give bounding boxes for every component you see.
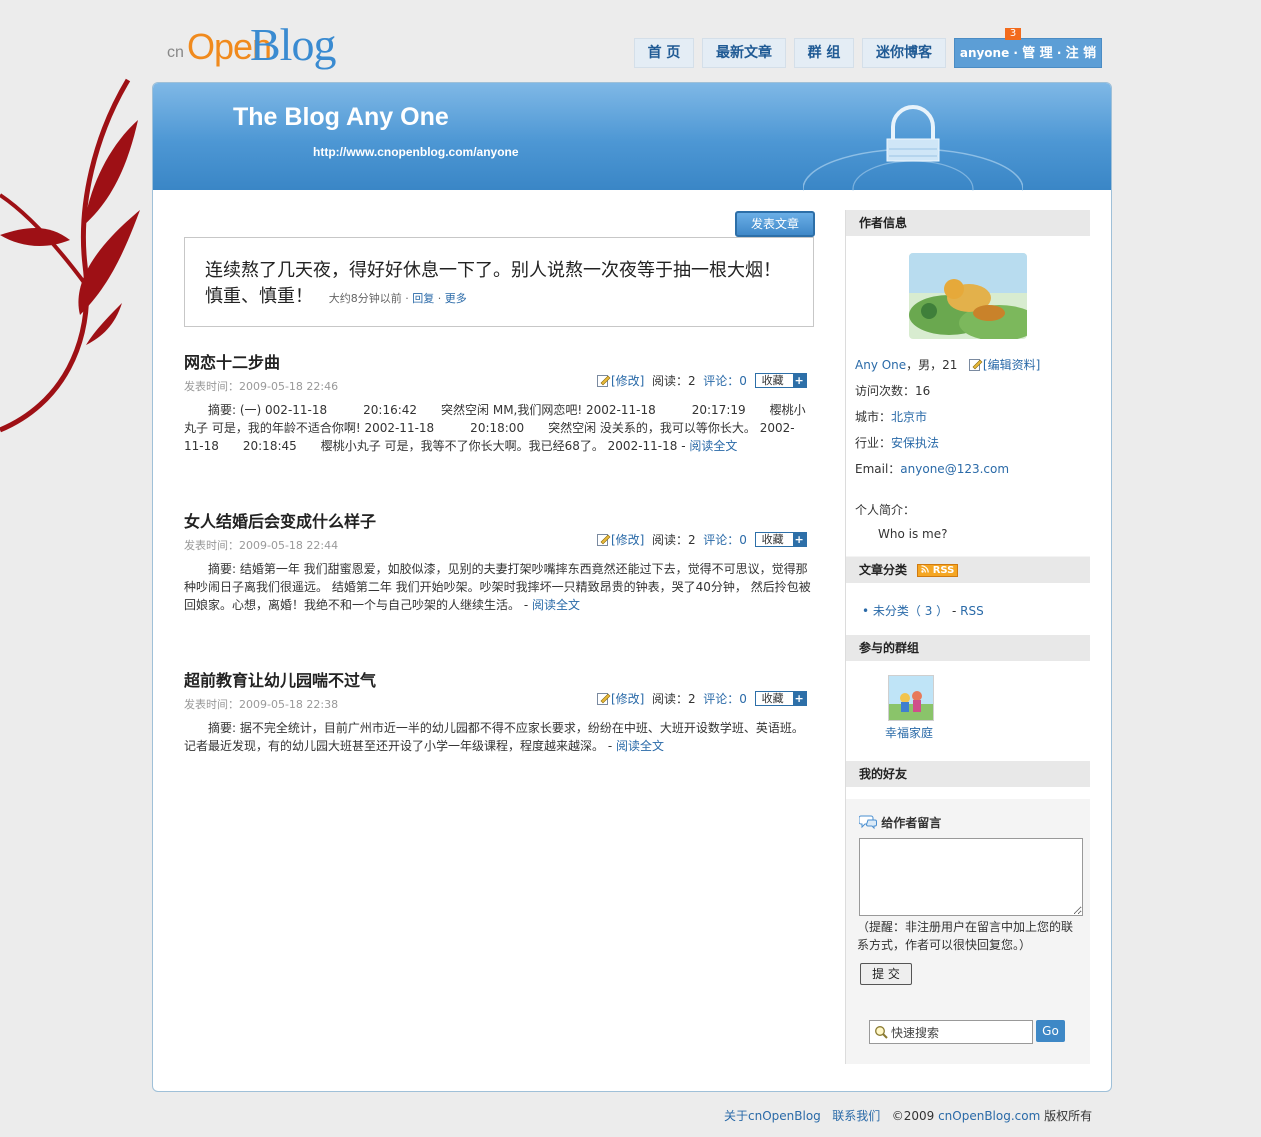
nav-home[interactable]: 首 页 <box>634 38 694 68</box>
bio-text: Who is me? <box>878 527 948 541</box>
city-link[interactable]: 北京市 <box>891 410 927 424</box>
footer-copyright: ©2009 <box>891 1109 939 1123</box>
my-friends-heading: 我的好友 <box>846 761 1090 787</box>
post-edit-link[interactable]: [修改] <box>611 692 644 706</box>
footer-contact-link[interactable]: 联系我们 <box>832 1109 880 1123</box>
leave-message-heading: 给作者留言 <box>881 816 942 830</box>
author-avatar[interactable] <box>909 253 1027 339</box>
notification-badge[interactable]: 3 <box>1005 28 1021 40</box>
category-uncategorized-link[interactable]: 未分类（ 3 ） <box>873 604 948 618</box>
nav-mini-blog[interactable]: 迷你博客 <box>862 38 946 68</box>
post-tools: [修改] 阅读：2 评论：0 收藏 + <box>597 531 807 547</box>
visit-count: 访问次数：16 <box>855 384 931 398</box>
search-icon <box>875 1026 888 1039</box>
rss-badge[interactable]: RSS <box>917 564 959 577</box>
group-link[interactable]: 幸福家庭 <box>885 726 933 740</box>
post-title[interactable]: 超前教育让幼儿园喘不过气 <box>184 667 376 691</box>
post-date: 发表时间：2009-05-18 22:44 <box>184 539 339 552</box>
nav-latest-articles[interactable]: 最新文章 <box>702 38 786 68</box>
post-summary: 摘要: 据不完全统计，目前广州市近一半的幼儿园都不得不应家长要求，纷纷在中班、大… <box>184 721 804 753</box>
search-input[interactable]: 快速搜索 <box>869 1020 1033 1044</box>
logo-blog: Blog <box>250 19 336 70</box>
footer-about-link[interactable]: 关于cnOpenBlog <box>724 1109 821 1123</box>
plus-icon: + <box>792 692 806 705</box>
plus-icon: + <box>792 374 806 387</box>
plus-icon: + <box>792 533 806 546</box>
logo-prefix: cn <box>167 44 184 61</box>
post-tools: [修改] 阅读：2 评论：0 收藏 + <box>597 690 807 706</box>
search-placeholder: 快速搜索 <box>891 1026 940 1040</box>
post-read-more-link[interactable]: 阅读全文 <box>616 739 664 753</box>
message-textarea[interactable] <box>859 838 1083 916</box>
post-summary: 摘要: 结婚第一年 我们甜蜜恩爱，如胶似漆，见别的夫妻打架吵嘴摔东西竟然还能过下… <box>184 562 811 612</box>
post-comment-count[interactable]: 评论：0 <box>703 692 747 706</box>
post-edit-link[interactable]: [修改] <box>611 374 644 388</box>
comment-icon <box>858 815 877 830</box>
status-text: 连续熬了几天夜，得好好休息一下了。别人说熬一次夜等于抽一根大烟！慎重、慎重！ <box>205 260 781 307</box>
post-read-count: 阅读：2 <box>652 533 696 547</box>
post-title[interactable]: 女人结婚后会变成什么样子 <box>184 508 376 532</box>
publish-article-button[interactable]: 发表文章 <box>735 211 815 237</box>
email-label: Email： <box>855 462 901 476</box>
search-go-button[interactable]: Go <box>1036 1020 1065 1042</box>
industry-label: 行业： <box>855 436 892 450</box>
blog-banner: The Blog Any One http://www.cnopenblog.c… <box>153 83 1111 191</box>
bio-label: 个人简介： <box>855 503 916 517</box>
joined-groups-heading: 参与的群组 <box>846 635 1090 661</box>
category-rss-link[interactable]: RSS <box>960 604 984 618</box>
sidebar: 作者信息 Any One，男，21 [编辑资料] 访问次数：16 城市：北京市 … <box>845 210 1090 1064</box>
lock-globe-icon <box>803 105 1023 191</box>
post-read-count: 阅读：2 <box>652 692 696 706</box>
user-menu: anyone · 管 理 · 注 销 <box>954 38 1102 68</box>
status-time: 大约8分钟以前 <box>328 292 402 305</box>
decorative-plant-image <box>0 78 140 433</box>
post-read-more-link[interactable]: 阅读全文 <box>532 598 580 612</box>
industry-link[interactable]: 安保执法 <box>891 436 939 450</box>
author-gender-age: ，男，21 <box>906 358 958 372</box>
username-link[interactable]: anyone <box>960 46 1009 60</box>
nav-groups[interactable]: 群 组 <box>794 38 854 68</box>
author-info-heading: 作者信息 <box>846 210 1090 236</box>
post-comment-count[interactable]: 评论：0 <box>703 533 747 547</box>
status-more-link[interactable]: 更多 <box>445 292 467 305</box>
logout-link[interactable]: 注 销 <box>1066 46 1097 61</box>
edit-profile-link[interactable]: [编辑资料] <box>983 358 1040 372</box>
article-categories-heading: 文章分类 RSS <box>846 557 1090 583</box>
rss-icon <box>921 565 930 573</box>
post-edit-link[interactable]: [修改] <box>611 533 644 547</box>
edit-icon <box>597 375 611 387</box>
blog-title: The Blog Any One <box>233 103 449 131</box>
edit-icon <box>597 534 611 546</box>
post-date: 发表时间：2009-05-18 22:38 <box>184 698 339 711</box>
status-reply-link[interactable]: 回复 <box>412 292 434 305</box>
post-title[interactable]: 网恋十二步曲 <box>184 349 280 373</box>
submit-button[interactable]: 提 交 <box>860 963 912 985</box>
post-summary: 摘要: (一) 002-11-18 20:16:42 突然空闲 MM,我们网恋吧… <box>184 403 806 453</box>
city-label: 城市： <box>855 410 892 424</box>
manage-link[interactable]: 管 理 <box>1022 46 1053 61</box>
footer-rights: 版权所有 <box>1040 1109 1093 1123</box>
blog-url[interactable]: http://www.cnopenblog.com/anyone <box>313 145 519 159</box>
edit-icon <box>968 359 983 371</box>
edit-icon <box>597 693 611 705</box>
group-image[interactable] <box>888 675 934 721</box>
footer: 关于cnOpenBlog 联系我们 ©2009 cnOpenBlog.com 版… <box>724 1107 1092 1124</box>
post-favorite-button[interactable]: 收藏 + <box>754 532 807 547</box>
post-read-more-link[interactable]: 阅读全文 <box>689 439 737 453</box>
post-comment-count[interactable]: 评论：0 <box>703 374 747 388</box>
post-read-count: 阅读：2 <box>652 374 696 388</box>
post-favorite-button[interactable]: 收藏 + <box>754 691 807 706</box>
post-date: 发表时间：2009-05-18 22:46 <box>184 380 339 393</box>
message-hint: （提醒：非注册用户在留言中加上您的联系方式，作者可以很快回复您。） <box>857 920 1074 952</box>
post-tools: [修改] 阅读：2 评论：0 收藏 + <box>597 372 807 388</box>
post-favorite-button[interactable]: 收藏 + <box>754 373 807 388</box>
category-list-item: • 未分类（ 3 ） - RSS <box>862 604 984 618</box>
email-link[interactable]: anyone@123.com <box>900 462 1009 476</box>
mini-blog-status: 连续熬了几天夜，得好好休息一下了。别人说熬一次夜等于抽一根大烟！慎重、慎重！ 大… <box>184 237 814 327</box>
author-name-link[interactable]: Any One <box>855 358 906 372</box>
footer-site-link[interactable]: cnOpenBlog.com <box>938 1109 1040 1123</box>
site-logo[interactable]: cn Open Blog <box>165 14 336 74</box>
